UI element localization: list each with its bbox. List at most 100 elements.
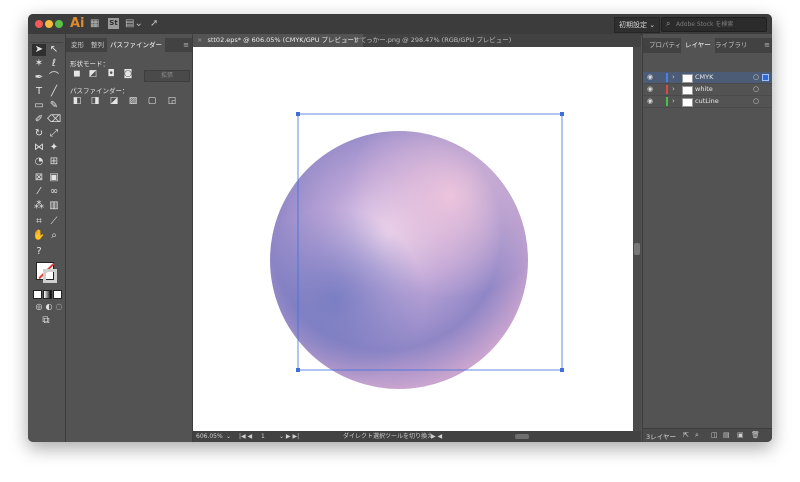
close-icon[interactable]: ×: [197, 36, 202, 44]
selection-handle[interactable]: [296, 368, 300, 372]
expand-arrow-icon[interactable]: ›: [672, 84, 675, 95]
horizontal-scroll-thumb[interactable]: [515, 434, 529, 439]
window-minimize-button[interactable]: [45, 20, 53, 28]
expand-arrow-icon[interactable]: ›: [672, 72, 675, 83]
edit-toolbar-icon[interactable]: ?: [32, 246, 46, 258]
tab-properties[interactable]: プロパティ: [645, 38, 685, 53]
selection-tool-icon[interactable]: ➤: [32, 44, 46, 56]
trash-icon[interactable]: 🗑: [751, 431, 760, 439]
target-icon[interactable]: ○: [753, 84, 759, 95]
draw-inside-icon[interactable]: ◌: [52, 301, 66, 313]
artboard-canvas[interactable]: [193, 47, 633, 431]
magic-wand-tool-icon[interactable]: ✶: [32, 58, 46, 70]
rotate-tool-icon[interactable]: ↻: [32, 128, 46, 140]
blend-tool-icon[interactable]: ∞: [47, 186, 61, 198]
puppet-warp-tool-icon[interactable]: ✦: [47, 142, 61, 154]
panel-menu-icon[interactable]: ≡: [764, 41, 770, 49]
send-icon[interactable]: ➚: [150, 18, 158, 29]
scroll-thumb[interactable]: [634, 243, 640, 255]
artboard-tool-icon[interactable]: ⌗: [32, 216, 46, 228]
stock-icon[interactable]: St: [108, 18, 119, 29]
lasso-tool-icon[interactable]: ℓ: [47, 58, 61, 70]
symbol-sprayer-tool-icon[interactable]: ⁂: [32, 200, 46, 212]
paintbrush-tool-icon[interactable]: ✎: [47, 100, 61, 112]
eyedropper-tool-icon[interactable]: ⁄: [32, 186, 46, 198]
tab-layers[interactable]: レイヤー: [681, 38, 715, 53]
selection-handle[interactable]: [296, 112, 300, 116]
window-close-button[interactable]: [35, 20, 43, 28]
layer-name[interactable]: cutLine: [695, 96, 719, 107]
panel-menu-icon[interactable]: ≡: [183, 41, 189, 49]
layer-name[interactable]: white: [695, 84, 713, 95]
none-mode-icon[interactable]: [53, 290, 62, 299]
direct-selection-tool-icon[interactable]: ↖: [47, 44, 61, 56]
zoom-dropdown-icon[interactable]: ⌄: [226, 431, 231, 442]
width-tool-icon[interactable]: ⋈: [32, 142, 46, 154]
workspace-switcher[interactable]: 初期設定 ⌄: [614, 17, 661, 33]
window-maximize-button[interactable]: [55, 20, 63, 28]
screen-mode-icon[interactable]: ⧉: [39, 315, 53, 327]
expand-arrow-icon[interactable]: ›: [672, 96, 675, 107]
arrange-documents-icon[interactable]: ▤⌄: [125, 18, 143, 29]
layer-row-white[interactable]: ◉ › white ○: [643, 84, 772, 96]
export-icon[interactable]: ⇱: [683, 431, 689, 439]
selected-art-indicator[interactable]: [762, 74, 769, 81]
eye-icon[interactable]: ◉: [647, 72, 653, 83]
artboard-next-icon[interactable]: ⌄ ▶ ▶|: [279, 431, 299, 442]
trim-icon[interactable]: ◨: [90, 97, 100, 106]
line-tool-icon[interactable]: ╱: [47, 86, 61, 98]
tab-align[interactable]: 整列: [88, 38, 107, 52]
make-clipping-mask-icon[interactable]: ◫: [711, 431, 718, 439]
selection-handle[interactable]: [560, 112, 564, 116]
divide-icon[interactable]: ◧: [72, 97, 82, 106]
tab-libraries[interactable]: ライブラリ: [711, 38, 752, 53]
eraser-tool-icon[interactable]: ⌫: [47, 114, 61, 126]
layer-name[interactable]: CMYK: [695, 72, 713, 83]
tab-transform[interactable]: 変形: [68, 38, 87, 52]
status-menu-icon[interactable]: ▶ ◀: [431, 431, 442, 442]
slice-tool-icon[interactable]: ⟋: [47, 216, 61, 228]
stroke-color-swatch[interactable]: [43, 269, 57, 283]
zoom-level[interactable]: 606.05%: [196, 431, 223, 442]
target-icon[interactable]: ○: [753, 96, 759, 107]
layer-row-cmyk[interactable]: ◉ › CMYK ○: [643, 72, 772, 84]
stock-search[interactable]: ⌕: [661, 17, 767, 32]
eye-icon[interactable]: ◉: [647, 96, 653, 107]
type-tool-icon[interactable]: T: [32, 86, 46, 98]
expand-button[interactable]: 拡張: [144, 70, 190, 82]
minus-back-icon[interactable]: ◲: [167, 97, 177, 106]
artboard-prev-icon[interactable]: |◀ ◀: [239, 431, 252, 442]
document-tab-stt02[interactable]: × stt02.eps* @ 606.05% (CMYK/GPU プレビュー): [193, 34, 363, 47]
artboard-number[interactable]: 1: [261, 431, 265, 442]
perspective-grid-tool-icon[interactable]: ⊞: [47, 156, 61, 168]
document-tab-sticker[interactable]: × すてっかー.png @ 298.47% (RGB/GPU プレビュー): [339, 34, 517, 47]
new-sublayer-icon[interactable]: ▤: [723, 431, 730, 439]
outline-icon[interactable]: ▢: [147, 97, 157, 106]
target-icon[interactable]: ○: [753, 72, 759, 83]
gradient-tool-icon[interactable]: ▣: [47, 172, 61, 184]
crop-icon[interactable]: ▨: [128, 97, 138, 106]
close-icon[interactable]: ×: [343, 36, 348, 44]
layer-row-cutline[interactable]: ◉ › cutLine ○: [643, 96, 772, 108]
locate-object-icon[interactable]: ⌕: [695, 431, 699, 440]
zoom-tool-icon[interactable]: ⌕: [47, 230, 61, 242]
selection-handle[interactable]: [560, 368, 564, 372]
hand-tool-icon[interactable]: ✋: [32, 230, 46, 242]
new-layer-icon[interactable]: ▣: [737, 431, 744, 439]
mesh-tool-icon[interactable]: ⊠: [32, 172, 46, 184]
unite-icon[interactable]: ◼: [72, 70, 82, 79]
minus-front-icon[interactable]: ◩: [88, 70, 98, 79]
pen-tool-icon[interactable]: ✒: [32, 72, 46, 84]
shaper-tool-icon[interactable]: ✐: [32, 114, 46, 126]
eye-icon[interactable]: ◉: [647, 84, 653, 95]
color-mode-icon[interactable]: [33, 290, 42, 299]
stock-search-input[interactable]: [676, 18, 762, 31]
bridge-icon[interactable]: ▦: [90, 18, 99, 29]
exclude-icon[interactable]: ◙: [123, 70, 133, 79]
rectangle-tool-icon[interactable]: ▭: [32, 100, 46, 112]
toolbar-grip[interactable]: [30, 36, 63, 43]
graph-tool-icon[interactable]: ▥: [47, 200, 61, 212]
gradient-mode-icon[interactable]: [43, 290, 52, 299]
vertical-scrollbar[interactable]: [633, 47, 641, 431]
curvature-tool-icon[interactable]: ⌒: [47, 72, 61, 84]
